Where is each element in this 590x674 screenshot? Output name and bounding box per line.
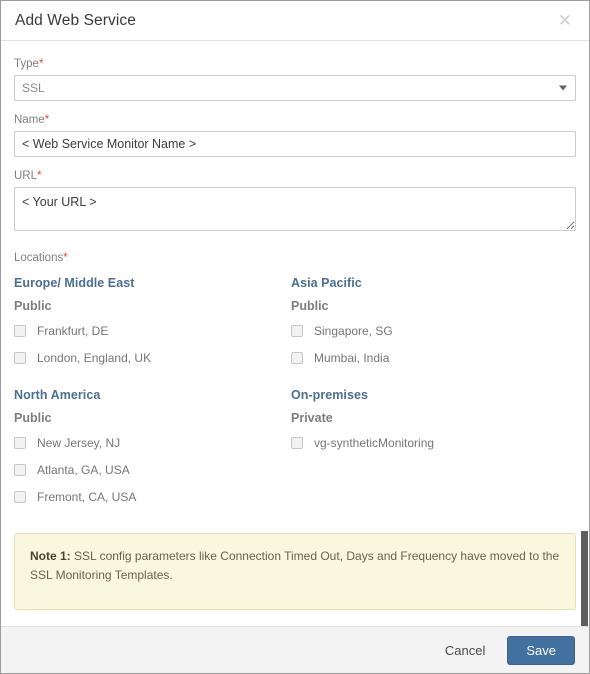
locations-label: Locations* (14, 252, 576, 264)
location-visibility-heading: Private (291, 411, 333, 425)
note-box: Note 1: SSL config parameters like Conne… (14, 533, 576, 610)
name-label-text: Name (14, 114, 45, 126)
type-select[interactable]: SSL (14, 75, 576, 101)
dialog-body: Type* SSL Name* URL* < Your URL > Locati… (1, 41, 589, 626)
cancel-button[interactable]: Cancel (437, 637, 493, 664)
locations-grid: Europe/ Middle East Public Frankfurt, DE Lo… (14, 276, 576, 527)
dialog-title: Add Web Service (15, 11, 136, 29)
location-visibility-heading: Public (291, 299, 329, 313)
type-label-text: Type (14, 58, 39, 70)
name-field: Name* (14, 114, 576, 157)
location-checkbox-row[interactable]: Atlanta, GA, USA (14, 459, 291, 480)
location-visibility-heading: Public (14, 299, 52, 313)
url-textarea[interactable]: < Your URL > (14, 187, 576, 231)
dialog-footer: Cancel Save (1, 626, 589, 673)
location-name: vg-syntheticMonitoring (314, 435, 435, 450)
location-checkbox-row[interactable]: Fremont, CA, USA (14, 486, 291, 507)
add-web-service-dialog: Add Web Service ✕ Type* SSL Name* URL* <… (0, 0, 590, 674)
location-checkbox-row[interactable]: London, England, UK (14, 347, 291, 368)
location-checkbox-row[interactable]: Singapore, SG (291, 320, 576, 341)
location-region-heading: On-premises (291, 388, 368, 402)
location-name: Atlanta, GA, USA (37, 462, 130, 477)
type-label: Type* (14, 58, 576, 70)
location-region-heading: Asia Pacific (291, 276, 362, 290)
type-select-wrap: SSL (14, 75, 576, 101)
location-group: Asia Pacific Public Singapore, SG Mumbai, I… (291, 276, 576, 374)
location-checkbox-row[interactable]: New Jersey, NJ (14, 432, 291, 453)
location-group: North America Public New Jersey, NJ Atlanta… (14, 388, 291, 513)
location-checkbox[interactable] (14, 490, 26, 503)
location-name: Fremont, CA, USA (37, 489, 137, 504)
scrollbar-thumb[interactable] (581, 531, 588, 626)
url-field: URL* < Your URL > (14, 170, 576, 236)
location-checkbox-row[interactable]: Mumbai, India (291, 347, 576, 368)
location-name: London, England, UK (37, 350, 152, 365)
scrollbar-track[interactable] (580, 81, 589, 626)
url-required-marker: * (37, 170, 42, 182)
locations-label-text: Locations (14, 252, 64, 264)
name-label: Name* (14, 114, 576, 126)
close-icon[interactable]: ✕ (555, 10, 575, 31)
location-region-heading: North America (14, 388, 101, 402)
location-checkbox[interactable] (291, 324, 303, 337)
location-name: Singapore, SG (314, 323, 393, 338)
dialog-header: Add Web Service ✕ (1, 1, 589, 41)
save-button[interactable]: Save (507, 635, 575, 665)
location-name: New Jersey, NJ (37, 435, 121, 450)
location-checkbox[interactable] (291, 351, 303, 364)
location-checkbox[interactable] (14, 436, 26, 449)
name-input[interactable] (14, 131, 576, 157)
location-name: Frankfurt, DE (37, 323, 109, 338)
note-text: Note 1: SSL config parameters like Conne… (30, 547, 560, 584)
location-group: On-premises Private vg-syntheticMonitoring (291, 388, 576, 513)
location-checkbox[interactable] (14, 463, 26, 476)
note-body: SSL config parameters like Connection Ti… (30, 549, 560, 582)
locations-required-marker: * (63, 252, 68, 264)
location-checkbox[interactable] (14, 324, 26, 337)
type-field: Type* SSL (14, 58, 576, 101)
url-label: URL* (14, 170, 576, 182)
note-prefix: Note 1: (30, 549, 71, 563)
location-name: Mumbai, India (314, 350, 390, 365)
location-checkbox-row[interactable]: vg-syntheticMonitoring (291, 432, 576, 453)
location-checkbox[interactable] (14, 351, 26, 364)
location-checkbox-row[interactable]: Frankfurt, DE (14, 320, 291, 341)
location-checkbox[interactable] (291, 436, 303, 449)
type-required-marker: * (38, 58, 44, 70)
location-visibility-heading: Public (14, 411, 52, 425)
url-label-text: URL (14, 170, 38, 182)
name-required-marker: * (44, 114, 50, 126)
location-group: Europe/ Middle East Public Frankfurt, DE Lo… (14, 276, 291, 374)
location-region-heading: Europe/ Middle East (14, 276, 135, 290)
